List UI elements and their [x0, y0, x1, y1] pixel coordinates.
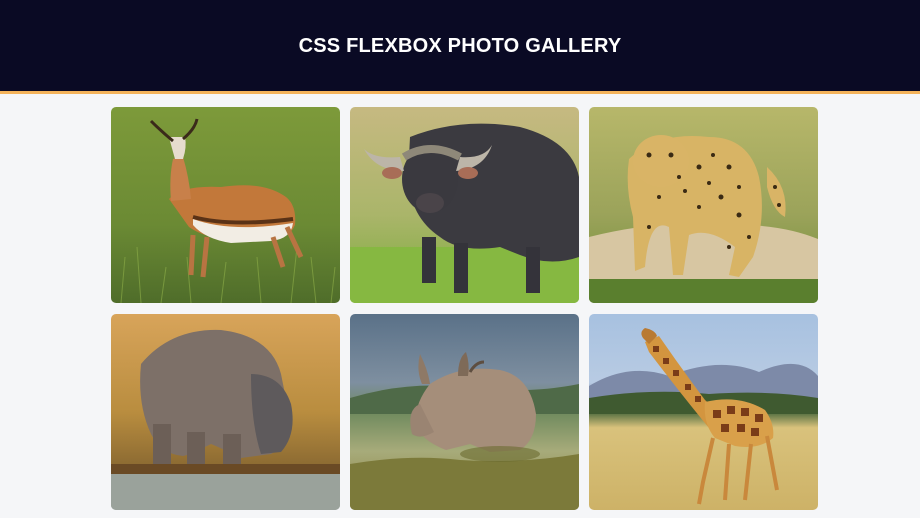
page-title: CSS FLEXBOX PHOTO GALLERY: [298, 35, 622, 57]
photo-gallery: [111, 107, 818, 510]
antelope-photo: [111, 107, 340, 303]
giraffe-photo: [589, 314, 818, 510]
photo-card-hippo[interactable]: [111, 314, 340, 510]
hippo-photo: [111, 314, 340, 510]
photo-card-leopard[interactable]: [589, 107, 818, 303]
leopard-photo: [589, 107, 818, 303]
photo-card-antelope[interactable]: [111, 107, 340, 303]
photo-card-buffalo[interactable]: [350, 107, 579, 303]
photo-card-giraffe[interactable]: [589, 314, 818, 510]
buffalo-photo: [350, 107, 579, 303]
photo-card-rhino[interactable]: [350, 314, 579, 510]
rhino-photo: [350, 314, 579, 510]
page-header: CSS FLEXBOX PHOTO GALLERY: [0, 0, 920, 94]
